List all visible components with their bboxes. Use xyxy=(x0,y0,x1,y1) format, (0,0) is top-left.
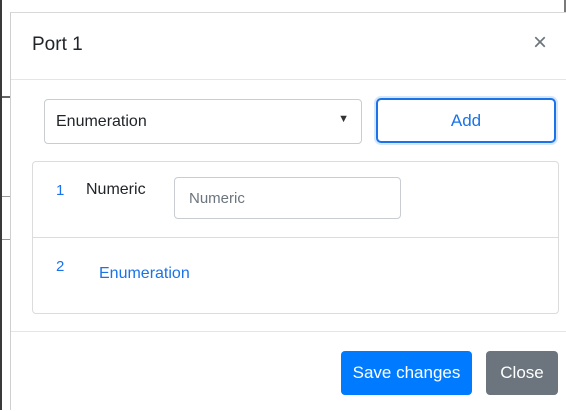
list-item: 1 Numeric xyxy=(33,162,558,238)
item-index: 2 xyxy=(56,258,65,275)
add-button[interactable]: Add xyxy=(376,98,556,143)
item-label: Numeric xyxy=(86,181,146,198)
backdrop-mark xyxy=(2,196,10,197)
modal-footer: Save changes Close xyxy=(11,331,566,411)
close-button[interactable]: Close xyxy=(486,351,558,395)
modal-title: Port 1 xyxy=(32,34,83,55)
type-select-value: Enumeration xyxy=(56,113,147,130)
type-select[interactable]: Enumeration ▼ xyxy=(44,99,362,144)
backdrop-left-edge xyxy=(0,0,2,410)
enumeration-link[interactable]: Enumeration xyxy=(99,265,190,283)
item-index: 1 xyxy=(56,182,65,199)
backdrop-mark xyxy=(2,96,10,98)
port-modal: Port 1 × Enumeration ▼ Add 1 Numeric 2 E… xyxy=(10,12,566,410)
list-item: 2 Enumeration xyxy=(33,238,558,314)
save-changes-button[interactable]: Save changes xyxy=(341,351,472,395)
item-list: 1 Numeric 2 Enumeration xyxy=(32,161,559,314)
modal-header: Port 1 × xyxy=(11,13,566,80)
close-icon[interactable]: × xyxy=(527,30,553,56)
backdrop-mark xyxy=(2,239,10,240)
numeric-input[interactable] xyxy=(174,177,401,219)
caret-down-icon: ▼ xyxy=(338,113,349,125)
